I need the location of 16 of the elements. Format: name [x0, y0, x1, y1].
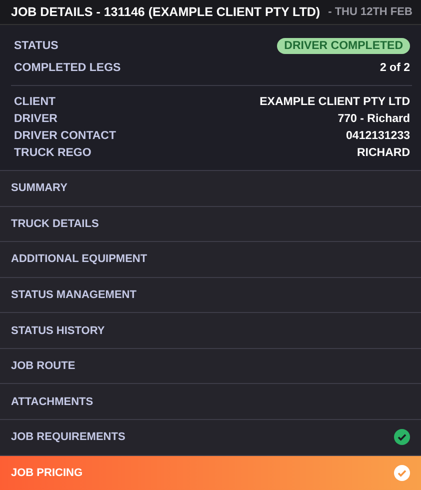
detail-label: CLIENT: [14, 96, 56, 108]
job-title: JOB DETAILS - 131146 (EXAMPLE CLIENT PTY LTD): [11, 5, 320, 19]
section-item[interactable]: STATUS MANAGEMENT: [0, 276, 421, 312]
detail-value: 0412131233: [346, 130, 410, 142]
legs-label: COMPLETED LEGS: [14, 62, 121, 74]
legs-value: 2 of 2: [380, 62, 410, 74]
detail-value: RICHARD: [356, 146, 410, 158]
detail-label: DRIVER: [14, 112, 58, 124]
status-badge: DRIVER COMPLETED: [277, 38, 410, 54]
job-date: - THU 12TH FEB: [328, 6, 412, 18]
detail-value: 770 - Richard: [338, 112, 410, 124]
section-item[interactable]: JOB ROUTE: [0, 348, 421, 384]
status-label: STATUS: [14, 40, 58, 52]
detail-value: EXAMPLE CLIENT PTY LTD: [260, 96, 410, 108]
detail-label: DRIVER CONTACT: [14, 130, 116, 142]
detail-label: TRUCK REGO: [14, 146, 92, 158]
